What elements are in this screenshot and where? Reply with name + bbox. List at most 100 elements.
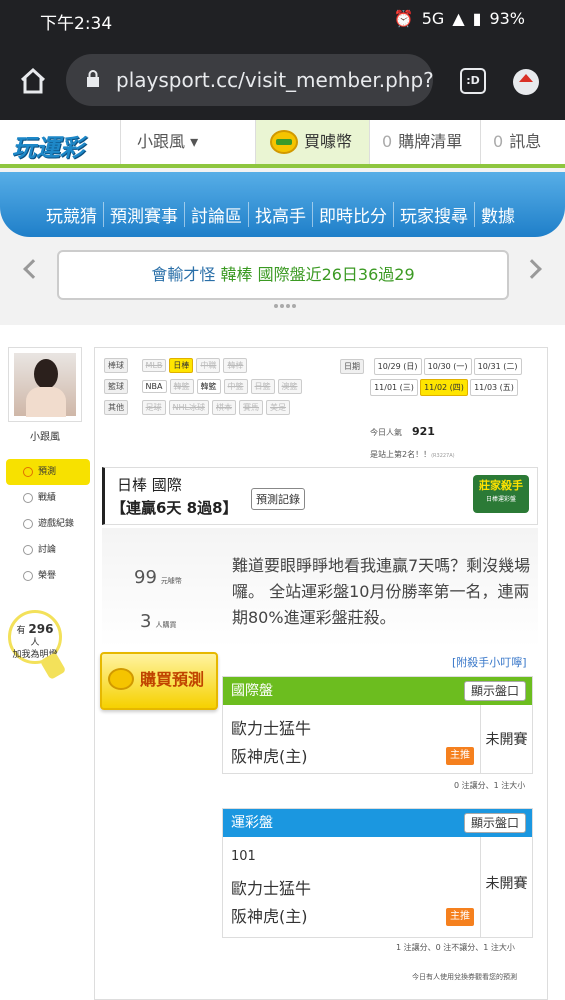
medal-icon	[23, 571, 33, 581]
away-team: 歐力士猛牛	[231, 719, 312, 738]
profile-sidebar: 預測 戰績 遊戲紀錄 討論 榮譽	[6, 459, 90, 589]
show-odds-button[interactable]: 顯示盤口	[463, 813, 526, 833]
prediction-record-button[interactable]: 預測記錄	[251, 488, 305, 510]
record-icon	[23, 519, 33, 529]
banker-killer-badge: 莊家殺手 日棒運彩盤	[473, 475, 529, 513]
date-row-1: 日期 10/29 (日) 10/30 (一) 10/31 (二)	[340, 358, 524, 375]
search-icon	[23, 545, 33, 555]
prediction-message: 難道要眼睜睜地看我連贏7天嗎？剩沒幾場囉。 全站運彩盤10月份勝率第一名，連兩期…	[232, 556, 531, 627]
prev-arrow-icon[interactable]	[23, 259, 43, 279]
announcement-box[interactable]: 會輸才怪 韓棒 國際盤近26日36過29	[57, 250, 509, 300]
popularity-value: 921	[412, 425, 435, 438]
sport-panel-body: 101 歐力士猛牛 阪神虎(主) 未開賽	[223, 837, 532, 937]
filter-tag[interactable]: 韓籃	[169, 379, 194, 394]
filter-tag[interactable]: MLB	[141, 359, 167, 372]
next-arrow-icon[interactable]	[522, 259, 542, 279]
battery-label: 93%	[489, 9, 525, 28]
buyers-value: 3	[140, 611, 152, 632]
filter-tag[interactable]: 中職	[196, 358, 221, 373]
away-team: 歐力士猛牛	[231, 879, 312, 898]
price-unit: 元噱幣	[160, 577, 182, 585]
sidebar-item-game-log[interactable]: 遊戲紀錄	[6, 511, 90, 537]
sport-panel: 運彩盤 顯示盤口 101 歐力士猛牛 阪神虎(主) 未開賽	[222, 808, 533, 938]
home-icon[interactable]	[18, 66, 48, 96]
rank-text: 是站上第2名！！(R3227A)	[370, 449, 455, 460]
announcement-carousel: 會輸才怪 韓棒 國際盤近26日36過29	[0, 240, 565, 320]
nav-item[interactable]: 找高手	[248, 202, 312, 227]
filter-tag-selected[interactable]: 日棒	[169, 358, 194, 373]
filter-tag[interactable]: NHL冰球	[168, 400, 210, 415]
main-pick-badge: 主推	[446, 747, 474, 765]
buy-coins-button[interactable]: 買噱幣	[256, 120, 369, 164]
nav-item[interactable]: 討論區	[184, 202, 248, 227]
filter-tag[interactable]: NBA	[141, 380, 167, 393]
target-icon	[23, 467, 33, 477]
sidebar-item-label: 榮譽	[38, 571, 57, 581]
network-label: 5G	[421, 9, 445, 28]
signal-icon: ▲	[452, 9, 465, 28]
bulb-prefix: 有	[16, 626, 26, 636]
messages-link[interactable]: 0 訊息	[480, 120, 565, 164]
show-odds-button[interactable]: 顯示盤口	[463, 681, 526, 701]
filter-tag[interactable]: 韓籃	[196, 379, 221, 394]
rank-code: (R3227A)	[431, 453, 455, 459]
user-menu[interactable]: 小跟風 ▾	[120, 120, 256, 164]
filter-other: 其他 足球 NHL冰球 棋本 賽馬 美足	[104, 400, 293, 415]
update-icon[interactable]	[513, 69, 539, 95]
filter-tag[interactable]: 美足	[266, 400, 291, 415]
nav-item[interactable]: 數據	[474, 202, 521, 227]
status-bar: 下午2:34 ⏰ 5G ▲ ▮ 93%	[0, 0, 565, 40]
home-team: 阪神虎(主)	[231, 747, 308, 766]
url-bar[interactable]: playsport.cc/visit_member.php?	[66, 54, 433, 106]
nav-item[interactable]: 玩競猜	[46, 202, 103, 227]
filter-tag[interactable]: 韓棒	[223, 358, 248, 373]
tips-link[interactable]: [附殺手小叮嚀]	[452, 654, 527, 670]
alarm-icon: ⏰	[393, 9, 414, 28]
announcement-league: 韓棒	[220, 265, 253, 284]
sidebar-item-label: 戰績	[38, 493, 57, 503]
messages-label: 訊息	[509, 132, 542, 151]
date-tab-selected[interactable]: 11/02 (四)	[420, 379, 468, 396]
date-tab[interactable]: 10/31 (二)	[473, 358, 522, 375]
nav-item[interactable]: 預測賽事	[103, 202, 184, 227]
date-tab[interactable]: 11/01 (三)	[370, 379, 418, 396]
sidebar-item-predict[interactable]: 預測	[6, 459, 90, 485]
nav-item[interactable]: 玩家搜尋	[393, 202, 474, 227]
buy-prediction-button[interactable]: 購買預測	[100, 652, 218, 710]
shopping-list-link[interactable]: 0 購牌清單	[369, 120, 480, 164]
game-code: 101	[231, 849, 256, 864]
tab-switcher-button[interactable]: :D	[460, 68, 486, 94]
sport-panel-title: 運彩盤	[231, 815, 273, 831]
sidebar-item-label: 討論	[38, 545, 57, 555]
filter-label: 棒球	[104, 358, 128, 373]
date-tab[interactable]: 10/30 (一)	[423, 358, 472, 375]
lock-icon	[87, 70, 99, 87]
announcement-user: 會輸才怪	[151, 265, 216, 284]
coin-icon	[108, 668, 134, 690]
chat-icon	[23, 493, 33, 503]
game-status: 未開賽	[480, 705, 532, 773]
date-tab[interactable]: 10/29 (日)	[373, 358, 422, 375]
intl-note: 0 注讓分、1 注大小	[454, 781, 526, 790]
sidebar-item-honor[interactable]: 榮譽	[6, 563, 90, 589]
sidebar-item-label: 預測	[38, 467, 57, 477]
nav-item[interactable]: 即時比分	[312, 202, 393, 227]
sidebar-item-discuss[interactable]: 討論	[6, 537, 90, 563]
filter-tag[interactable]: 足球	[141, 400, 166, 415]
price-value: 99	[134, 567, 157, 588]
popularity-label: 今日人氣	[370, 428, 402, 437]
status-icons: ⏰ 5G ▲ ▮ 93%	[394, 9, 525, 28]
filter-tag[interactable]: 中籃	[223, 379, 248, 394]
site-logo[interactable]: 玩運彩	[12, 128, 84, 163]
sidebar-item-record[interactable]: 戰績	[6, 485, 90, 511]
sport-note: 1 注讓分、0 注不讓分、1 注大小	[396, 943, 515, 952]
main-pick-badge: 主推	[446, 908, 474, 926]
filter-tag[interactable]: 日籃	[250, 379, 275, 394]
shopping-label: 購牌清單	[398, 132, 463, 151]
date-tab[interactable]: 11/03 (五)	[470, 379, 518, 396]
filter-tag[interactable]: 棋本	[212, 400, 237, 415]
bulb-count: 296	[28, 622, 54, 636]
filter-tag[interactable]: 澳籃	[277, 379, 302, 394]
filter-tag[interactable]: 賽馬	[239, 400, 264, 415]
url-text: playsport.cc/visit_member.php?	[116, 68, 433, 92]
